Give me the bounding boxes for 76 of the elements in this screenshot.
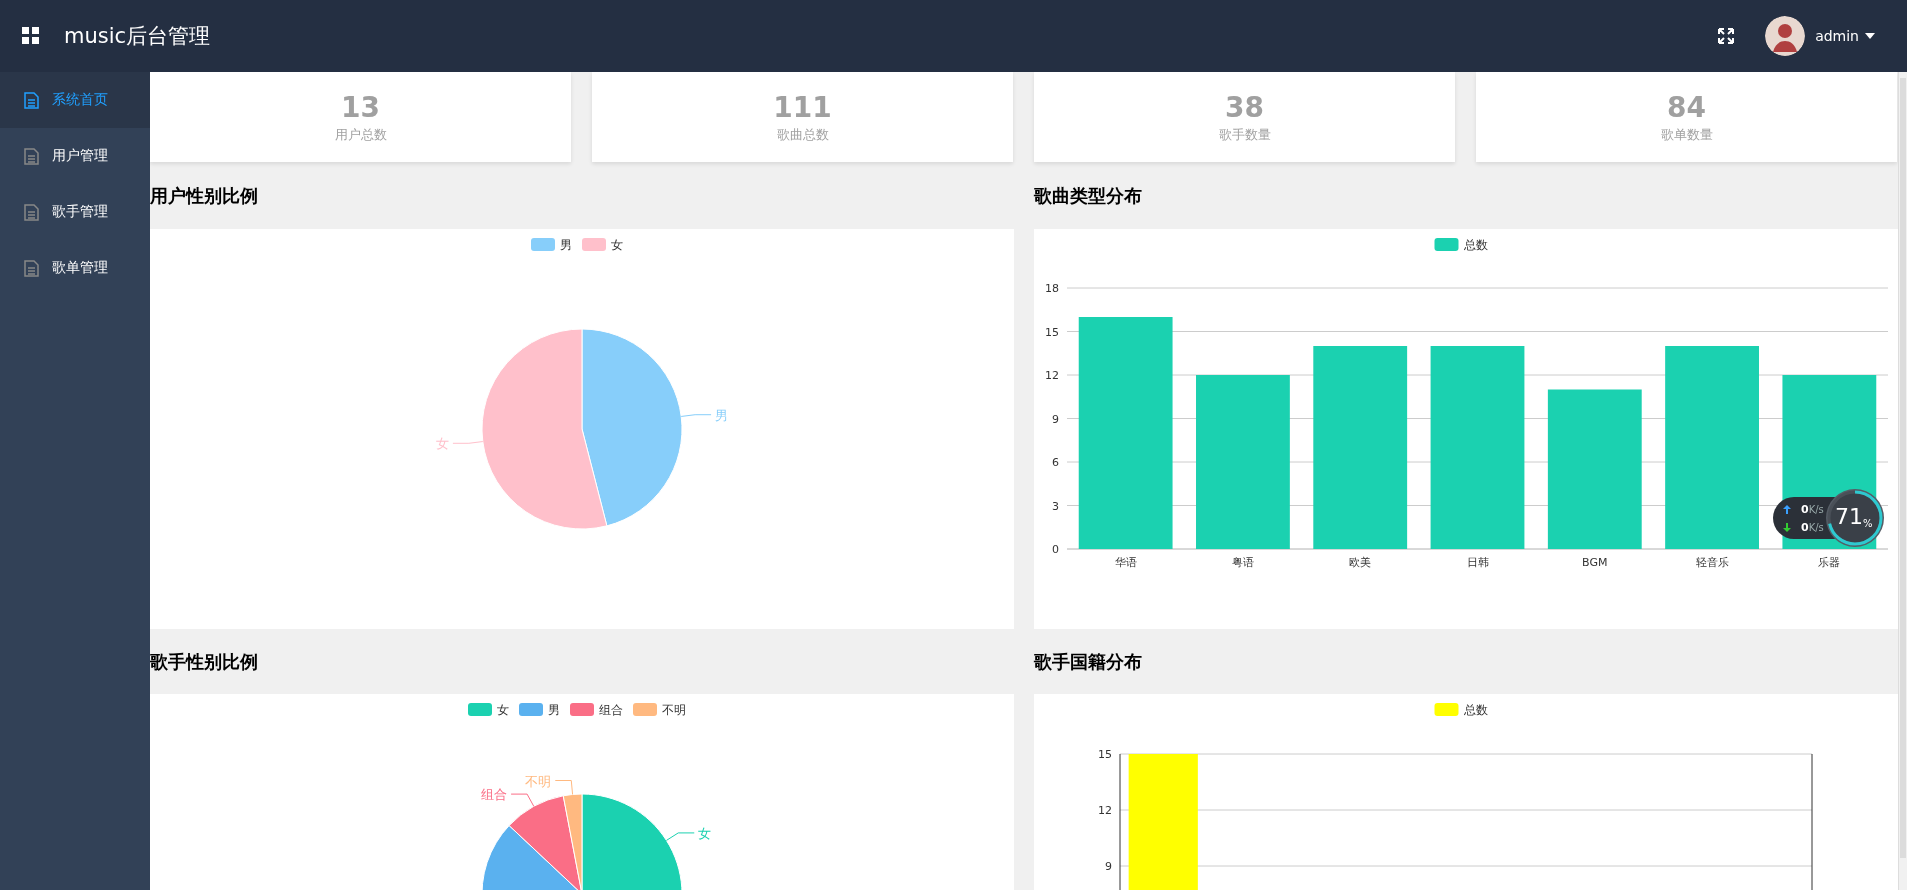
legend-label[interactable]: 总数	[1463, 238, 1488, 252]
axis-tick-label: 15	[1045, 325, 1059, 339]
category-label: 乐器	[1818, 556, 1841, 569]
up-arrow-icon	[1783, 505, 1791, 514]
document-icon	[24, 259, 39, 277]
axis-tick-label: 18	[1045, 282, 1059, 295]
category-label: 欧美	[1349, 556, 1372, 569]
percent-unit: %	[1863, 518, 1873, 529]
leader-line	[452, 441, 484, 444]
axis-tick-label: 15	[1098, 748, 1112, 761]
legend-label[interactable]: 女	[497, 703, 509, 717]
section-title: 歌手国籍分布	[1034, 649, 1143, 674]
section-title: 歌手性别比例	[150, 649, 259, 674]
document-icon	[24, 91, 39, 109]
sidebar-item[interactable]: 歌单管理	[0, 240, 150, 296]
stat-label: 歌曲总数	[776, 125, 829, 144]
axis-tick-label: 3	[1052, 499, 1059, 513]
slice-label: 男	[715, 407, 729, 423]
download-speed: 0K/s	[1801, 521, 1824, 534]
slice-label: 女	[435, 436, 449, 452]
stat-label: 用户总数	[334, 125, 387, 144]
category-label: 华语	[1114, 556, 1137, 569]
scrollbar[interactable]	[1898, 72, 1907, 890]
stat-label: 歌单数量	[1660, 125, 1713, 144]
leader-line	[665, 832, 695, 841]
legend-swatch[interactable]	[1434, 238, 1459, 251]
legend-label[interactable]: 不明	[662, 703, 686, 717]
legend-label[interactable]: 女	[611, 238, 623, 252]
down-arrow-icon	[1783, 523, 1791, 532]
legend-swatch[interactable]	[582, 238, 606, 251]
category-label: BGM	[1582, 556, 1608, 569]
category-label: 轻音乐	[1695, 556, 1729, 569]
slice-label: 女	[698, 825, 712, 841]
legend-label[interactable]: 总数	[1463, 703, 1488, 717]
legend-swatch[interactable]	[468, 703, 492, 716]
axis-tick-label: 6	[1052, 456, 1059, 469]
slice-label: 组合	[481, 787, 508, 803]
legend-label[interactable]: 男	[560, 238, 572, 252]
document-icon	[24, 147, 39, 165]
user-name[interactable]: admin	[1815, 28, 1859, 44]
legend-swatch[interactable]	[519, 703, 543, 716]
sidebar-item[interactable]: 用户管理	[0, 128, 150, 184]
sidebar-item[interactable]: 歌手管理	[0, 184, 150, 240]
legend-swatch[interactable]	[633, 703, 657, 716]
legend-swatch[interactable]	[531, 238, 555, 251]
section-title: 歌曲类型分布	[1034, 183, 1143, 208]
legend-swatch[interactable]	[570, 703, 594, 716]
stat-value: 111	[773, 90, 832, 124]
slice-label: 不明	[525, 773, 552, 789]
leader-line	[510, 793, 535, 807]
legend-label[interactable]: 组合	[599, 703, 623, 717]
legend-label[interactable]: 男	[548, 703, 560, 717]
app-title: music后台管理	[64, 23, 212, 50]
usage-percent: 71	[1835, 504, 1863, 529]
avatar[interactable]	[1765, 16, 1806, 56]
axis-tick-label: 12	[1098, 804, 1112, 817]
section-title: 用户性别比例	[150, 183, 259, 208]
leader-line	[554, 780, 574, 795]
legend-swatch[interactable]	[1434, 703, 1459, 716]
upload-speed: 0K/s	[1801, 503, 1824, 516]
axis-tick-label: 0	[1052, 543, 1059, 556]
document-icon	[24, 203, 39, 221]
stat-value: 84	[1667, 90, 1706, 124]
category-label: 粤语	[1231, 556, 1254, 569]
axis-tick-label: 9	[1105, 860, 1112, 873]
caret-icon[interactable]	[1865, 33, 1875, 39]
sidebar-item[interactable]: 系统首页	[0, 72, 150, 128]
category-label: 日韩	[1466, 556, 1489, 569]
grid-icon[interactable]	[22, 27, 40, 45]
fullscreen-icon[interactable]	[1717, 27, 1736, 45]
stat-label: 歌手数量	[1218, 125, 1271, 144]
stat-value: 13	[341, 90, 380, 124]
axis-tick-label: 12	[1045, 369, 1059, 382]
leader-line	[680, 414, 712, 417]
stat-value: 38	[1225, 90, 1264, 124]
axis-tick-label: 9	[1052, 412, 1059, 426]
